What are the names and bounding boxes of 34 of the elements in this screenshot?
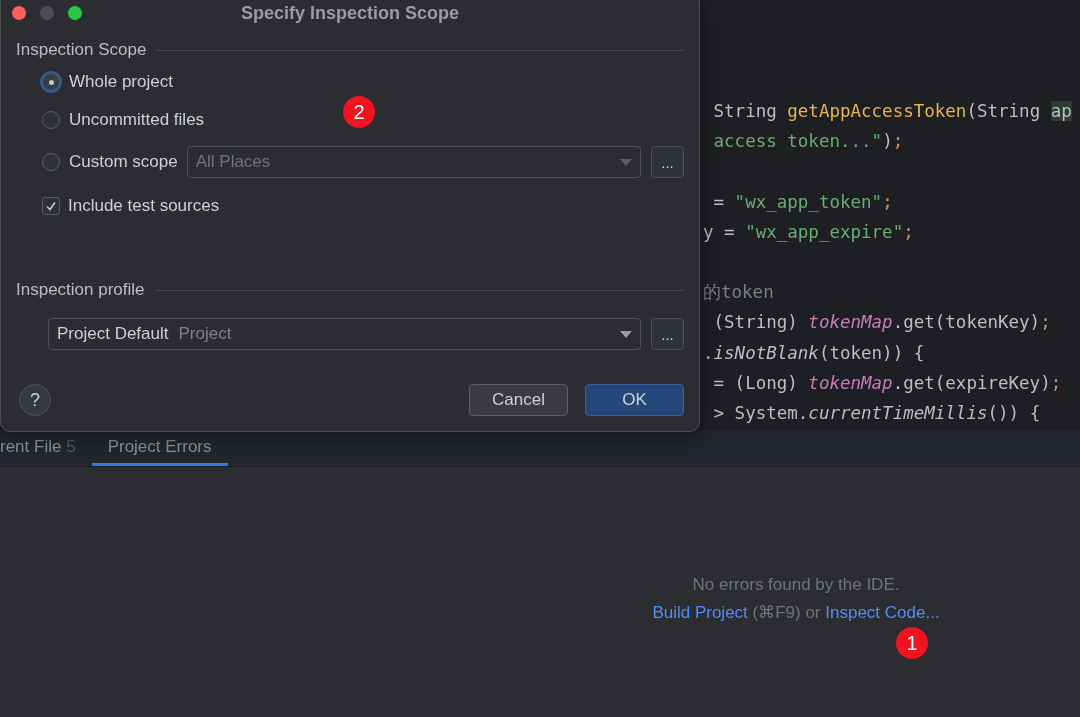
option-label[interactable]: Custom scope: [69, 152, 178, 172]
caret-icon: [620, 330, 632, 338]
more-button[interactable]: ...: [651, 318, 684, 350]
code-line: String getAppAccessToken(String ap: [712, 101, 1072, 122]
code-line: access token...");: [712, 131, 904, 152]
option-label[interactable]: Include test sources: [68, 196, 220, 216]
link[interactable]: Inspect Code...: [825, 603, 940, 622]
help-button[interactable]: ?: [19, 384, 51, 416]
code-line: 的token: [703, 281, 774, 305]
empty-message: No errors found by the IDE.: [691, 574, 901, 596]
window-title: Specify Inspection Scope: [240, 3, 460, 24]
cancel-button[interactable]: Cancel: [469, 384, 568, 416]
section-title: Inspection Scope: [16, 40, 147, 60]
option-label[interactable]: Whole project: [69, 72, 173, 92]
code-line: y = "wx_app_expire";: [703, 221, 914, 242]
code-line: = "wx_app_token";: [712, 191, 893, 212]
code-line: = (Long) tokenMap.get(expireKey);: [712, 372, 1062, 393]
zoom-icon[interactable]: [68, 6, 82, 20]
checkmark-icon: [45, 200, 57, 212]
checkbox[interactable]: [42, 197, 60, 215]
section-title: Inspection profile: [16, 280, 145, 300]
option-label[interactable]: Uncommitted files: [69, 110, 205, 130]
close-icon[interactable]: [12, 6, 26, 20]
radio-button[interactable]: [42, 153, 60, 171]
ok-button[interactable]: OK: [585, 384, 684, 416]
radio-button[interactable]: [42, 111, 60, 129]
code-line: .isNotBlank(token)) {: [703, 342, 925, 363]
code-line: (String) tokenMap.get(tokenKey);: [712, 312, 1051, 333]
shortcut-text: (⌘F9) or: [751, 603, 822, 622]
profile-dropdown[interactable]: Project Default Project: [48, 318, 641, 350]
radio-button[interactable]: [40, 71, 62, 93]
link[interactable]: Build Project: [652, 603, 748, 622]
caret-icon: [620, 158, 632, 166]
code-line: > System.currentTimeMillis()) {: [712, 402, 1041, 423]
